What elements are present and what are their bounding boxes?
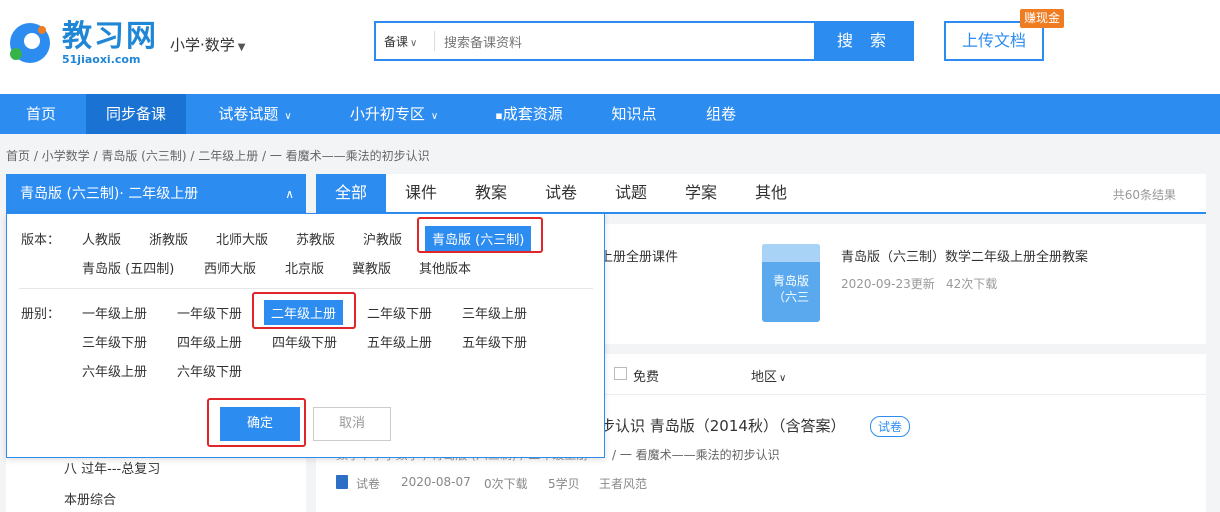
search-divider	[434, 31, 435, 51]
search-button[interactable]: 搜 索	[815, 21, 914, 61]
nav-item-bundles[interactable]: ▪成套资源	[484, 94, 574, 134]
volume-option[interactable]: 四年级下册	[272, 332, 337, 351]
volume-option[interactable]: 三年级下册	[82, 332, 147, 351]
cancel-button[interactable]: 取消	[313, 407, 391, 441]
search-box: 备课 ∨	[374, 21, 816, 61]
nav-item-label: 成套资源	[502, 105, 563, 123]
volume-option[interactable]: 三年级上册	[462, 303, 527, 322]
result-type: 试卷	[356, 477, 381, 491]
textbook-selector-panel: 版本： 人教版 浙教版 北师大版 苏教版 沪教版 青岛版 (六三制) 青岛版 (…	[6, 213, 605, 458]
volume-option[interactable]: 一年级下册	[177, 303, 242, 322]
result-author[interactable]: 王者风范	[599, 475, 647, 492]
tab-all[interactable]: 全部	[316, 174, 386, 212]
logo-title[interactable]: 教习网	[62, 20, 158, 54]
selector-title: 青岛版 (六三制)· 二年级上册	[20, 186, 199, 202]
result-path: / 一 看魔术——乘法的初步认识	[612, 448, 780, 462]
region-label: 地区	[751, 370, 778, 385]
edition-option[interactable]: 苏教版	[296, 229, 335, 248]
panel-divider	[19, 288, 593, 289]
edition-option[interactable]: 浙教版	[149, 229, 188, 248]
volume-option[interactable]: 二年级下册	[367, 303, 432, 322]
result-price: 5学贝	[548, 477, 580, 491]
featured-left-title[interactable]: 上册全册课件	[600, 246, 678, 265]
region-filter[interactable]: 地区 ∨	[751, 366, 786, 385]
nav-item-home[interactable]: 首页	[0, 94, 82, 134]
edition-option[interactable]: 冀教版	[352, 258, 391, 277]
chevron-down-icon: ∨	[430, 111, 439, 122]
tab-lesson-plan[interactable]: 教案	[456, 174, 526, 212]
tab-study-plan[interactable]: 学案	[666, 174, 736, 212]
nav-item-label: 首页	[25, 105, 56, 123]
resource-tabs: 全部 课件 教案 试卷 试题 学案 其他 共60条结果	[316, 174, 1206, 214]
featured-downloads: 42次下载	[946, 277, 998, 291]
edition-option[interactable]: 人教版	[82, 229, 121, 248]
nav-item-exams[interactable]: 试卷试题 ∨	[200, 94, 310, 134]
edition-option[interactable]: 北京版	[285, 258, 324, 277]
bundle-icon: ▪	[495, 109, 503, 122]
logo-domain: 51jiaoxi.com	[62, 53, 141, 66]
main-nav: 首页 同步备课 试卷试题 ∨ 小升初专区 ∨ ▪成套资源 知识点 组卷	[0, 94, 1220, 134]
caret-down-icon: ▼	[237, 42, 246, 53]
edition-label: 版本：	[21, 233, 61, 248]
tab-other[interactable]: 其他	[736, 174, 806, 212]
nav-item-compose[interactable]: 组卷	[690, 94, 752, 134]
featured-cover[interactable]: 青岛版 （六三	[762, 244, 820, 322]
free-checkbox[interactable]	[614, 367, 627, 380]
earn-cash-badge: 赚现金	[1020, 9, 1065, 28]
highlight-box	[252, 292, 356, 329]
nav-item-label: 组卷	[705, 105, 736, 123]
nav-item-sync-prep[interactable]: 同步备课	[86, 94, 186, 134]
nav-item-label: 同步备课	[105, 105, 166, 123]
nav-item-label: 试卷试题	[218, 105, 279, 123]
tab-exam[interactable]: 试卷	[526, 174, 596, 212]
cover-header	[762, 244, 820, 262]
edition-option[interactable]: 沪教版	[363, 229, 402, 248]
volume-option[interactable]: 六年级下册	[177, 361, 242, 380]
chevron-down-icon: ∨	[284, 111, 292, 122]
nav-item-knowledge[interactable]: 知识点	[598, 94, 670, 134]
cover-text: （六三	[772, 290, 809, 304]
word-doc-icon	[336, 475, 348, 489]
volume-option[interactable]: 一年级上册	[82, 303, 147, 322]
result-count: 共60条结果	[1112, 188, 1176, 202]
chapter-item[interactable]: 八 过年---总复习	[64, 458, 160, 477]
search-type-label: 备课	[384, 35, 409, 49]
nav-item-label: 知识点	[611, 105, 657, 123]
free-label: 免费	[633, 370, 660, 385]
cover-text: 青岛版	[772, 274, 809, 288]
edition-option[interactable]: 其他版本	[419, 258, 471, 277]
logo-icon[interactable]	[6, 20, 52, 66]
subject-label: 小学·数学	[170, 36, 235, 54]
result-type-tag: 试卷	[870, 416, 911, 437]
result-date: 2020-08-07	[401, 475, 471, 489]
subject-dropdown[interactable]: 小学·数学 ▼	[170, 34, 245, 55]
search-type-dropdown[interactable]: 备课 ∨	[384, 33, 417, 50]
header: 教习网 51jiaoxi.com 小学·数学▼ 备课∨ 搜 索 上传文档 赚现金	[0, 0, 1220, 94]
result-downloads: 0次下载	[484, 477, 528, 491]
highlight-box	[417, 217, 543, 253]
search-input[interactable]	[444, 31, 804, 53]
edition-option[interactable]: 青岛版 (五四制)	[82, 258, 174, 277]
volume-option[interactable]: 五年级下册	[462, 332, 527, 351]
chevron-down-icon: ∨	[410, 38, 418, 49]
tab-courseware[interactable]: 课件	[386, 174, 456, 212]
chevron-up-icon: ∧	[285, 187, 294, 201]
result-title[interactable]: 步认识 青岛版（2014秋）（含答案）	[600, 415, 845, 436]
volume-option[interactable]: 五年级上册	[367, 332, 432, 351]
edition-option[interactable]: 北师大版	[216, 229, 268, 248]
chapter-item[interactable]: 本册综合	[64, 489, 116, 508]
featured-date: 2020-09-23更新	[841, 277, 935, 291]
breadcrumb[interactable]: 首页 / 小学数学 / 青岛版 (六三制) / 二年级上册 / 一 看魔术——乘…	[6, 147, 430, 164]
textbook-selector-header[interactable]: 青岛版 (六三制)· 二年级上册 ∧	[6, 174, 306, 214]
volume-option[interactable]: 四年级上册	[177, 332, 242, 351]
featured-right-title[interactable]: 青岛版（六三制）数学二年级上册全册教案	[841, 246, 1088, 265]
tab-questions[interactable]: 试题	[596, 174, 666, 212]
volume-option[interactable]: 六年级上册	[82, 361, 147, 380]
volume-label: 册别：	[21, 307, 61, 322]
nav-item-label: 小升初专区	[349, 105, 425, 123]
chevron-down-icon: ∨	[779, 373, 787, 384]
highlight-box	[207, 398, 306, 447]
edition-option[interactable]: 西师大版	[204, 258, 256, 277]
nav-item-xsc[interactable]: 小升初专区 ∨	[334, 94, 454, 134]
